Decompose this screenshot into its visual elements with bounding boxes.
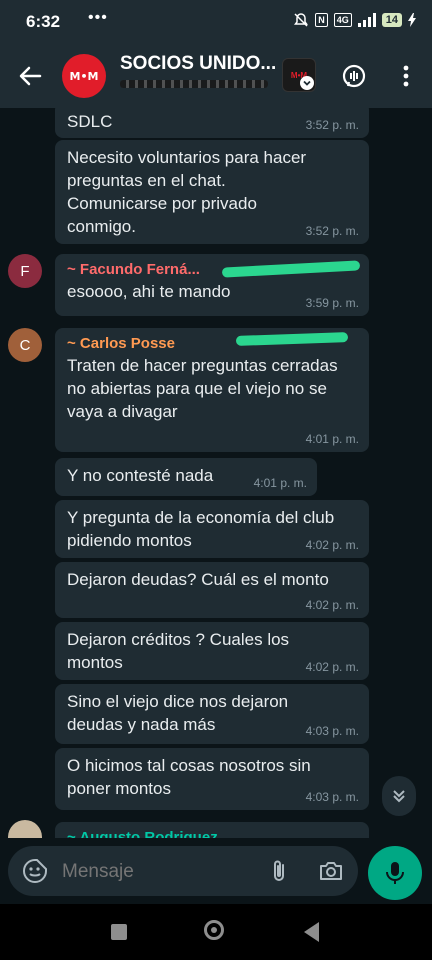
sender-avatar[interactable]: C xyxy=(8,328,42,362)
redaction-mark xyxy=(120,80,268,88)
group-avatar[interactable]: M•M xyxy=(62,54,106,98)
message-time: 4:01 p. m. xyxy=(305,432,359,446)
chat-subtitle-redacted xyxy=(120,80,268,88)
message-bubble[interactable]: O hicimos tal cosas nosotros sin poner m… xyxy=(55,748,369,810)
voice-record-button[interactable] xyxy=(368,846,422,900)
sender-avatar[interactable] xyxy=(8,820,42,838)
message-input[interactable] xyxy=(60,860,244,884)
message-list[interactable]: SDLC 3:52 p. m. Necesito voluntarios par… xyxy=(0,108,432,838)
status-icons: N 4G 14 xyxy=(293,12,416,28)
signal-icon xyxy=(357,13,376,27)
charging-icon xyxy=(408,13,416,27)
message-bubble[interactable]: ~ Augusto Rodriguez xyxy=(55,822,369,838)
message-time: 4:03 p. m. xyxy=(305,724,359,738)
message-bubble[interactable]: Y pregunta de la economía del club pidie… xyxy=(55,500,369,558)
battery-icon: 14 xyxy=(381,13,402,27)
message-text: Dejaron deudas? Cuál es el monto xyxy=(67,570,329,589)
double-chevron-down-icon xyxy=(393,790,405,803)
status-bar: 6:32 ••• N 4G 14 xyxy=(0,0,432,44)
sender-avatar[interactable]: F xyxy=(8,254,42,288)
message-bubble[interactable]: Y no contesté nada 4:01 p. m. xyxy=(55,458,317,496)
message-time: 4:02 p. m. xyxy=(305,538,359,552)
chat-title[interactable]: SOCIOS UNIDO... xyxy=(120,53,276,75)
status-notification-dots: ••• xyxy=(88,9,108,26)
system-back-button[interactable] xyxy=(304,922,319,942)
camera-icon[interactable] xyxy=(318,858,344,884)
system-nav-bar xyxy=(0,904,432,960)
message-bubble[interactable]: Dejaron deudas? Cuál es el monto 4:02 p.… xyxy=(55,562,369,618)
avatar-letter: F xyxy=(20,262,30,280)
message-composer xyxy=(8,846,358,896)
network-type-icon: 4G xyxy=(333,13,352,27)
nfc-icon: N xyxy=(315,13,328,27)
message-bubble[interactable]: ~ Carlos Posse Traten de hacer preguntas… xyxy=(55,328,369,452)
message-time: 4:02 p. m. xyxy=(305,598,359,612)
message-time: 3:52 p. m. xyxy=(305,118,359,132)
message-bubble[interactable]: Dejaron créditos ? Cuales los montos 4:0… xyxy=(55,622,369,680)
message-time: 4:01 p. m. xyxy=(253,476,307,490)
composer-bar xyxy=(0,838,432,904)
message-time: 3:59 p. m. xyxy=(305,296,359,310)
message-text: Sino el viejo dice nos dejaron deudas y … xyxy=(67,692,289,734)
attach-icon[interactable] xyxy=(266,858,292,884)
voice-chat-icon[interactable] xyxy=(340,62,368,90)
microphone-icon xyxy=(386,862,404,884)
scroll-to-bottom-button[interactable] xyxy=(382,776,416,816)
status-time: 6:32 xyxy=(26,12,61,31)
message-bubble[interactable]: Sino el viejo dice nos dejaron deudas y … xyxy=(55,684,369,744)
message-bubble[interactable]: SDLC 3:52 p. m. xyxy=(55,108,369,138)
back-arrow-icon[interactable] xyxy=(16,62,44,90)
more-options-icon[interactable] xyxy=(392,62,420,90)
message-time: 3:52 p. m. xyxy=(305,224,359,238)
message-text: Traten de hacer preguntas cerradas no ab… xyxy=(67,356,338,421)
avatar-letter: C xyxy=(19,336,31,354)
chevron-down-icon[interactable] xyxy=(300,76,314,90)
mute-bell-icon xyxy=(294,13,309,27)
message-time: 4:02 p. m. xyxy=(305,660,359,674)
sender-name[interactable]: ~ Augusto Rodriguez xyxy=(67,828,359,838)
message-text: Dejaron créditos ? Cuales los montos xyxy=(67,630,290,672)
message-time: 4:03 p. m. xyxy=(305,790,359,804)
group-avatar-initials: M•M xyxy=(69,69,99,83)
home-button[interactable] xyxy=(204,920,224,940)
message-text: Necesito voluntarios para hacer pregunta… xyxy=(67,148,307,236)
message-bubble[interactable]: Necesito voluntarios para hacer pregunta… xyxy=(55,140,369,244)
sticker-icon[interactable] xyxy=(22,858,48,884)
chat-header: M•M SOCIOS UNIDO... M•M xyxy=(0,44,432,108)
recents-button[interactable] xyxy=(111,924,127,940)
